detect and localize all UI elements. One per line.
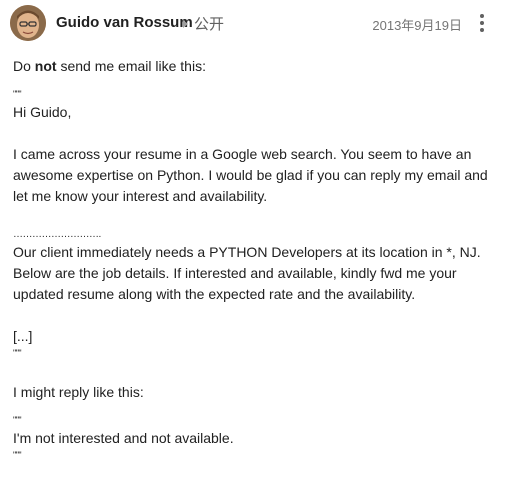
intro-line: Do not send me email like this:: [13, 56, 498, 77]
quote-open: """: [13, 89, 22, 99]
visibility-label: 公开: [194, 16, 225, 33]
reply-text: I'm not interested and not available.: [13, 430, 234, 446]
post-date[interactable]: 2013年9月19日: [372, 15, 462, 34]
post-body: Do not send me email like this: """ Hi G…: [13, 56, 498, 463]
more-vert-icon[interactable]: [474, 12, 490, 34]
reply-quote-open: """: [13, 415, 22, 425]
greeting: Hi Guido,: [13, 104, 72, 120]
visibility-indicator[interactable]: 公开: [183, 13, 224, 34]
intro-text-end: send me email like this:: [56, 58, 206, 74]
dots-separator: ……………………….: [13, 229, 101, 240]
author-name[interactable]: Guido van Rossum: [56, 14, 193, 31]
ellipsis: [...]: [13, 328, 33, 344]
intro-emphasis: not: [34, 58, 57, 74]
triangle-right-icon: [183, 19, 188, 28]
intro-text: Do: [13, 58, 35, 74]
author-avatar[interactable]: [10, 5, 46, 41]
quote-close: """: [13, 348, 22, 358]
paragraph-2: Our client immediately needs a PYTHON De…: [13, 244, 485, 302]
post-header: Guido van Rossum 公开 2013年9月19日: [0, 0, 507, 48]
reply-intro: I might reply like this:: [13, 384, 144, 400]
post-card: Guido van Rossum 公开 2013年9月19日 Do not se…: [0, 0, 507, 492]
reply-quote-close: """: [13, 450, 22, 460]
paragraph-1: I came across your resume in a Google we…: [13, 146, 492, 204]
